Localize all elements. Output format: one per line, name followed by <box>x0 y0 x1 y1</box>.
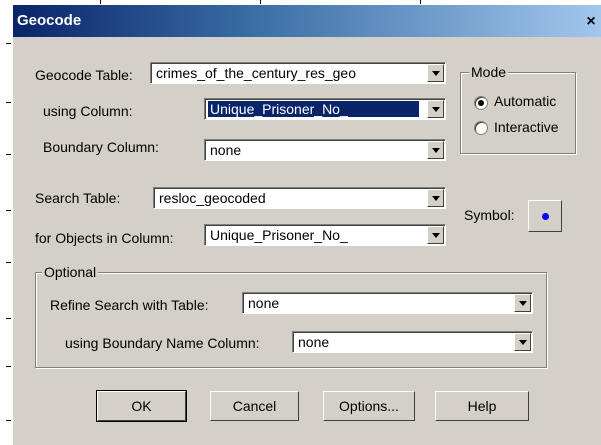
chevron-down-icon[interactable] <box>427 141 444 159</box>
refine-search-label: Refine Search with Table: <box>50 297 209 313</box>
boundary-name-column-combo[interactable]: none <box>292 331 533 353</box>
mode-group-title: Mode <box>469 64 509 80</box>
geocode-dialog: Geocode × Geocode Table: crimes_of_the_c… <box>12 4 601 445</box>
mode-interactive-radio[interactable] <box>474 121 488 135</box>
cancel-button[interactable]: Cancel <box>210 391 299 421</box>
background-tick <box>6 262 11 263</box>
mode-groupbox <box>460 72 576 154</box>
objects-column-label: for Objects in Column: <box>35 230 174 246</box>
background-tick <box>6 102 11 103</box>
chevron-down-icon[interactable] <box>427 64 444 82</box>
optional-group-title: Optional <box>42 264 99 280</box>
chevron-down-icon[interactable] <box>427 189 444 207</box>
boundary-name-column-value: none <box>298 334 330 350</box>
mode-automatic-radio[interactable] <box>474 96 488 110</box>
background-tick <box>6 43 11 44</box>
objects-column-combo[interactable]: Unique_Prisoner_No_ <box>204 224 446 246</box>
chevron-down-icon[interactable] <box>514 333 531 351</box>
refine-search-combo[interactable]: none <box>242 292 533 314</box>
symbol-button[interactable] <box>528 200 562 232</box>
using-column-value: Unique_Prisoner_No_ <box>208 101 419 117</box>
ok-button[interactable]: OK <box>96 390 187 422</box>
symbol-dot-icon <box>542 213 549 220</box>
background-tick <box>6 318 11 319</box>
background-tick <box>6 420 11 421</box>
mode-interactive-label[interactable]: Interactive <box>494 119 559 135</box>
using-column-label: using Column: <box>43 103 133 119</box>
objects-column-value: Unique_Prisoner_No_ <box>210 227 348 243</box>
geocode-table-value: crimes_of_the_century_res_geo <box>156 65 357 81</box>
optional-groupbox <box>35 272 547 368</box>
mode-automatic-label[interactable]: Automatic <box>494 93 556 109</box>
title-bar[interactable]: Geocode × <box>13 5 601 37</box>
close-button[interactable]: × <box>581 13 601 31</box>
background-tick <box>6 366 11 367</box>
boundary-name-column-label: using Boundary Name Column: <box>65 335 260 351</box>
options-button[interactable]: Options... <box>323 391 415 421</box>
search-table-label: Search Table: <box>35 190 121 206</box>
search-table-value: resloc_geocoded <box>159 190 266 206</box>
dialog-title: Geocode <box>17 12 82 29</box>
chevron-down-icon[interactable] <box>514 294 531 312</box>
chevron-down-icon[interactable] <box>427 226 444 244</box>
refine-search-value: none <box>248 295 280 311</box>
boundary-column-value: none <box>210 142 242 158</box>
geocode-table-label: Geocode Table: <box>35 67 133 83</box>
background-tick <box>6 154 11 155</box>
chevron-down-icon[interactable] <box>427 100 444 118</box>
boundary-column-label: Boundary Column: <box>43 139 159 155</box>
background-tick <box>6 210 11 211</box>
using-column-combo[interactable]: Unique_Prisoner_No_ <box>204 98 446 120</box>
search-table-combo[interactable]: resloc_geocoded <box>153 187 446 209</box>
geocode-table-combo[interactable]: crimes_of_the_century_res_geo <box>150 62 446 84</box>
help-button[interactable]: Help <box>435 391 529 421</box>
boundary-column-combo[interactable]: none <box>204 139 446 161</box>
symbol-label: Symbol: <box>464 207 515 223</box>
